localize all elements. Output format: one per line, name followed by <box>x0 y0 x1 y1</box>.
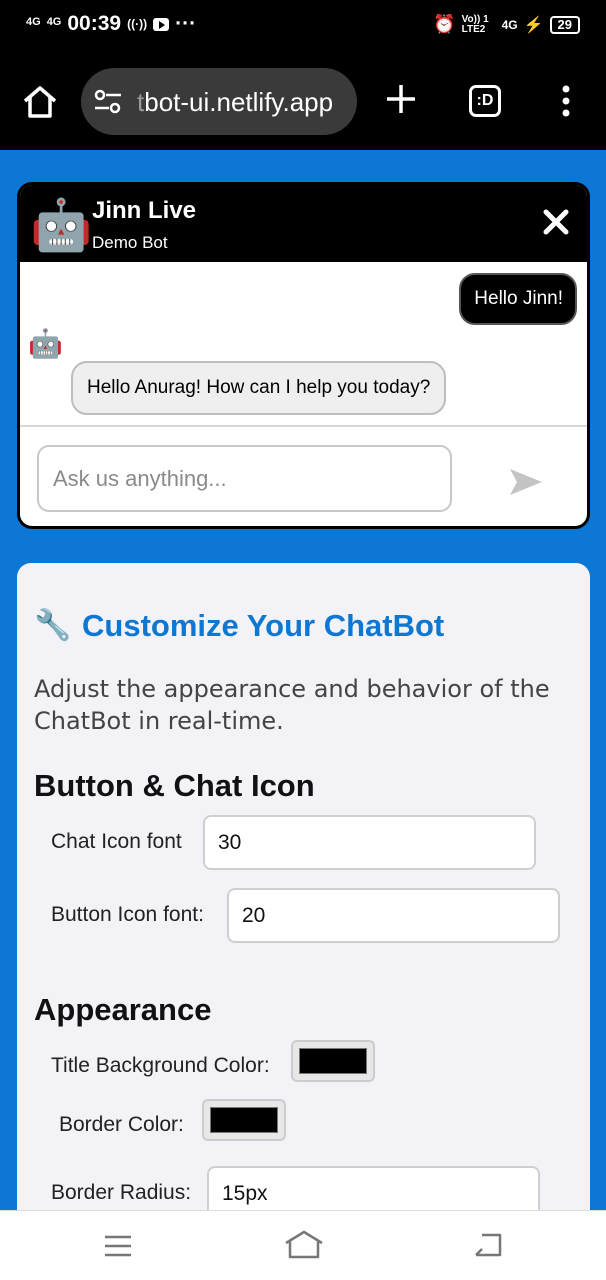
border-radius-label: Border Radius: <box>51 1181 192 1204</box>
charging-icon: ⚡ <box>523 16 544 34</box>
border-color-picker[interactable] <box>202 1099 286 1141</box>
lte-indicator: Vo)) 1 LTE2 <box>461 13 489 35</box>
system-nav-bar <box>0 1210 606 1280</box>
title-bg-color-picker[interactable] <box>291 1040 375 1082</box>
hotspot-icon: ((·)) <box>127 17 148 31</box>
home-nav-icon[interactable] <box>283 1229 325 1261</box>
chat-message-input[interactable]: Ask us anything... <box>37 445 452 512</box>
url-domain: bot-ui.netlify.app <box>144 87 334 117</box>
border-color-label: Border Color: <box>59 1113 184 1136</box>
bot-message: Hello Anurag! How can I help you today? <box>71 361 447 415</box>
more-menu-icon[interactable] <box>556 84 576 118</box>
bot-avatar-icon: 🤖 <box>28 328 63 359</box>
chat-widget: 🤖 Jinn Live Demo Bot Hello Jinn! 🤖 Hello… <box>17 182 590 529</box>
chat-subtitle: Demo Bot <box>92 233 168 252</box>
panel-title-text: Customize Your ChatBot <box>82 608 445 643</box>
title-bg-color-swatch <box>299 1048 367 1074</box>
message-list: Hello Jinn! 🤖 Hello Anurag! How can I he… <box>20 262 587 424</box>
title-bg-color-label: Title Background Color: <box>51 1054 270 1077</box>
new-tab-icon[interactable] <box>384 82 418 116</box>
button-icon-font-label: Button Icon font: <box>51 903 204 926</box>
status-bar: 4G 4G 00:39 ((·)) ··· ⏰ Vo)) 1 LTE2 4G ⚡… <box>0 0 606 52</box>
wrench-icon: 🔧 <box>34 609 72 642</box>
chat-title: Jinn Live <box>92 197 197 224</box>
customize-panel: 🔧 Customize Your ChatBot Adjust the appe… <box>17 563 590 1263</box>
panel-title: 🔧 Customize Your ChatBot <box>34 607 444 645</box>
browser-toolbar: tbot-ui.netlify.app :D <box>0 52 606 150</box>
robot-avatar-icon: 🤖 <box>30 197 93 253</box>
chat-icon-font-input[interactable]: 30 <box>203 815 536 870</box>
battery-level: 29 <box>549 15 580 34</box>
youtube-icon <box>153 17 170 31</box>
site-settings-icon[interactable] <box>93 88 123 116</box>
button-icon-font-input[interactable]: 20 <box>227 888 560 943</box>
back-icon[interactable] <box>472 1231 504 1259</box>
address-bar[interactable]: tbot-ui.netlify.app <box>81 68 357 135</box>
more-notifications-icon: ··· <box>175 12 197 35</box>
panel-description: Adjust the appearance and behavior of th… <box>34 675 550 735</box>
border-color-swatch <box>210 1107 278 1133</box>
user-message: Hello Jinn! <box>459 273 577 325</box>
home-icon[interactable] <box>20 82 60 122</box>
url-text: tbot-ui.netlify.app <box>137 87 333 118</box>
signal-icon-2: 4G <box>46 16 62 28</box>
chat-header: 🤖 Jinn Live Demo Bot <box>20 185 587 262</box>
close-icon[interactable] <box>539 205 573 239</box>
signal-icon-1: 4G <box>26 16 41 28</box>
recent-apps-icon[interactable] <box>103 1233 133 1259</box>
chat-input-row: Ask us anything... <box>20 425 587 526</box>
clock: 00:39 <box>67 12 122 35</box>
section-heading-appearance: Appearance <box>34 992 212 1027</box>
alarm-icon: ⏰ <box>433 14 456 34</box>
tab-switcher-button[interactable]: :D <box>469 85 501 117</box>
network-indicator: 4G <box>501 17 518 32</box>
chat-icon-font-label: Chat Icon font <box>51 830 182 853</box>
send-icon[interactable] <box>508 467 544 497</box>
section-heading-button-icon: Button & Chat Icon <box>34 768 315 803</box>
